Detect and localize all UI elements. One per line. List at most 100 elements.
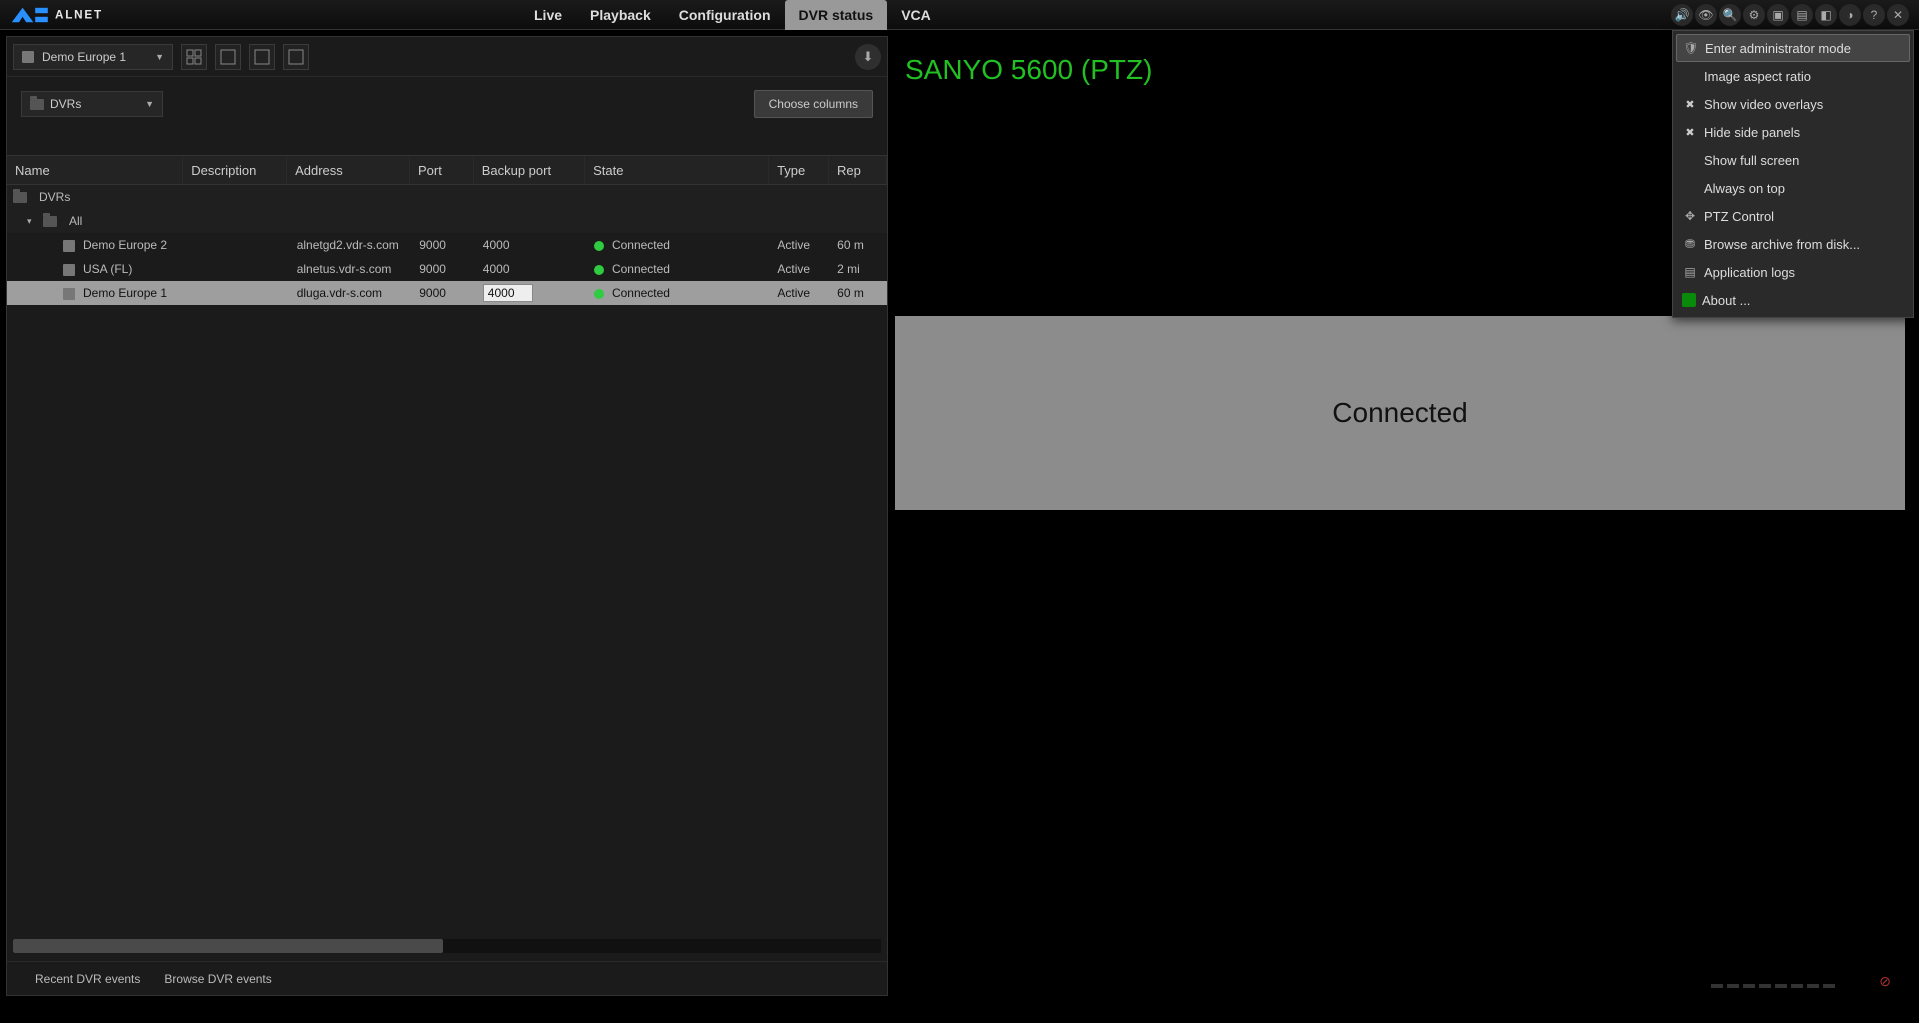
video-status-text: Connected	[1332, 397, 1467, 429]
tab-vca[interactable]: VCA	[887, 0, 945, 30]
tool-icon-1[interactable]: ⚙	[1743, 4, 1765, 26]
cell-type: Active	[769, 238, 829, 252]
tab-browse-events[interactable]: Browse DVR events	[164, 972, 271, 986]
menu-label: Application logs	[1704, 265, 1795, 280]
cell-type: Active	[769, 286, 829, 300]
dvr-select-dropdown[interactable]: Demo Europe 1 ▼	[13, 44, 173, 70]
table-row[interactable]: Demo Europe 2 alnetgd2.vdr-s.com 9000 40…	[7, 233, 887, 257]
menu-show-full-screen[interactable]: Show full screen	[1676, 146, 1910, 174]
volume-icon[interactable]: 🔊	[1671, 4, 1693, 26]
col-port[interactable]: Port	[410, 156, 474, 184]
table-row[interactable]: Demo Europe 1 dluga.vdr-s.com 9000 4000 …	[7, 281, 887, 305]
layout-3-button[interactable]	[283, 44, 309, 70]
folder-icon	[43, 216, 57, 227]
server-icon	[22, 51, 34, 63]
cell-name: USA (FL)	[83, 262, 132, 276]
menu-show-video-overlays[interactable]: Show video overlays	[1676, 90, 1910, 118]
tree-node-all[interactable]: ▾ All	[7, 209, 887, 233]
pager-dots	[1711, 984, 1835, 988]
zoom-icon[interactable]: 🔍	[1719, 4, 1741, 26]
status-dot-icon	[594, 241, 604, 251]
tool-icon-3[interactable]: ▤	[1791, 4, 1813, 26]
dot-icon	[1727, 984, 1739, 988]
dot-icon	[1807, 984, 1819, 988]
download-button[interactable]: ⬇	[855, 44, 881, 70]
menu-label: Hide side panels	[1704, 125, 1800, 140]
col-state[interactable]: State	[585, 156, 769, 184]
backup-port-edit[interactable]: 4000	[483, 284, 533, 302]
cell-rep: 60 m	[829, 238, 887, 252]
disk-icon: ⛃	[1682, 236, 1698, 252]
cell-backup: 4000	[475, 262, 586, 276]
menu-label: Always on top	[1704, 181, 1785, 196]
menu-hide-side-panels[interactable]: Hide side panels	[1676, 118, 1910, 146]
expand-caret-icon: ▾	[27, 209, 37, 233]
menu-about[interactable]: About ...	[1676, 286, 1910, 314]
tab-live[interactable]: Live	[520, 0, 576, 30]
menu-browse-archive[interactable]: ⛃ Browse archive from disk...	[1676, 230, 1910, 258]
tool-icon-4[interactable]: ◧	[1815, 4, 1837, 26]
col-description[interactable]: Description	[183, 156, 287, 184]
cell-name: Demo Europe 1	[83, 286, 167, 300]
tool-icon-2[interactable]: ▣	[1767, 4, 1789, 26]
cell-backup: 4000	[475, 238, 586, 252]
dot-icon	[1791, 984, 1803, 988]
log-icon: ▤	[1682, 264, 1698, 280]
cell-state: Connected	[612, 286, 670, 300]
dvrs-filter-label: DVRs	[50, 97, 81, 111]
tab-configuration[interactable]: Configuration	[665, 0, 785, 30]
cell-state: Connected	[612, 238, 670, 252]
dot-icon	[1711, 984, 1723, 988]
layout-1-button[interactable]	[215, 44, 241, 70]
col-type[interactable]: Type	[769, 156, 829, 184]
cell-address: alnetus.vdr-s.com	[289, 262, 412, 276]
col-backup-port[interactable]: Backup port	[474, 156, 585, 184]
close-video-icon[interactable]: ⊘	[1879, 973, 1891, 990]
horizontal-scrollbar[interactable]	[13, 939, 881, 953]
tree-root-label: DVRs	[39, 185, 70, 209]
tab-playback[interactable]: Playback	[576, 0, 665, 30]
bottom-tabs: Recent DVR events Browse DVR events	[7, 961, 887, 995]
menu-always-on-top[interactable]: Always on top	[1676, 174, 1910, 202]
svg-text:ALNET: ALNET	[55, 8, 103, 21]
menu-ptz-control[interactable]: ✥ PTZ Control	[1676, 202, 1910, 230]
menu-image-aspect-ratio[interactable]: Image aspect ratio	[1676, 62, 1910, 90]
cell-type: Active	[769, 262, 829, 276]
filter-row: DVRs ▼ Choose columns	[7, 77, 887, 131]
main-tabs: Live Playback Configuration DVR status V…	[520, 0, 945, 30]
eye-icon[interactable]: 👁	[1695, 4, 1717, 26]
tool-icon-5[interactable]: ◑	[1839, 4, 1861, 26]
check-icon	[1682, 124, 1698, 140]
status-dot-icon	[594, 265, 604, 275]
close-icon[interactable]: ✕	[1887, 4, 1909, 26]
help-icon[interactable]: ?	[1863, 4, 1885, 26]
table-row[interactable]: USA (FL) alnetus.vdr-s.com 9000 4000 Con…	[7, 257, 887, 281]
camera-title: SANYO 5600 (PTZ)	[905, 54, 1152, 86]
col-rep[interactable]: Rep	[829, 156, 887, 184]
layout-2x2-button[interactable]	[181, 44, 207, 70]
menu-application-logs[interactable]: ▤ Application logs	[1676, 258, 1910, 286]
server-icon	[63, 288, 75, 300]
choose-columns-button[interactable]: Choose columns	[754, 90, 873, 118]
scrollbar-thumb[interactable]	[13, 939, 443, 953]
menu-label: Show full screen	[1704, 153, 1799, 168]
server-icon	[63, 240, 75, 252]
check-icon	[1682, 96, 1698, 112]
menu-enter-admin-mode[interactable]: 🛡 Enter administrator mode	[1676, 34, 1910, 62]
dot-icon	[1775, 984, 1787, 988]
tree-root-dvrs[interactable]: DVRs	[7, 185, 887, 209]
menu-label: Image aspect ratio	[1704, 69, 1811, 84]
menu-label: About ...	[1702, 293, 1750, 308]
layout-2-button[interactable]	[249, 44, 275, 70]
col-address[interactable]: Address	[287, 156, 410, 184]
table-header: Name Description Address Port Backup por…	[7, 155, 887, 185]
shield-icon: 🛡	[1683, 40, 1699, 56]
folder-icon	[13, 192, 27, 203]
dvrs-filter-dropdown[interactable]: DVRs ▼	[21, 91, 163, 117]
cell-address: dluga.vdr-s.com	[289, 286, 412, 300]
tab-recent-events[interactable]: Recent DVR events	[35, 972, 140, 986]
cell-rep: 60 m	[829, 286, 887, 300]
col-name[interactable]: Name	[7, 156, 183, 184]
tab-dvr-status[interactable]: DVR status	[785, 0, 888, 30]
video-placeholder: Connected	[895, 316, 1905, 510]
